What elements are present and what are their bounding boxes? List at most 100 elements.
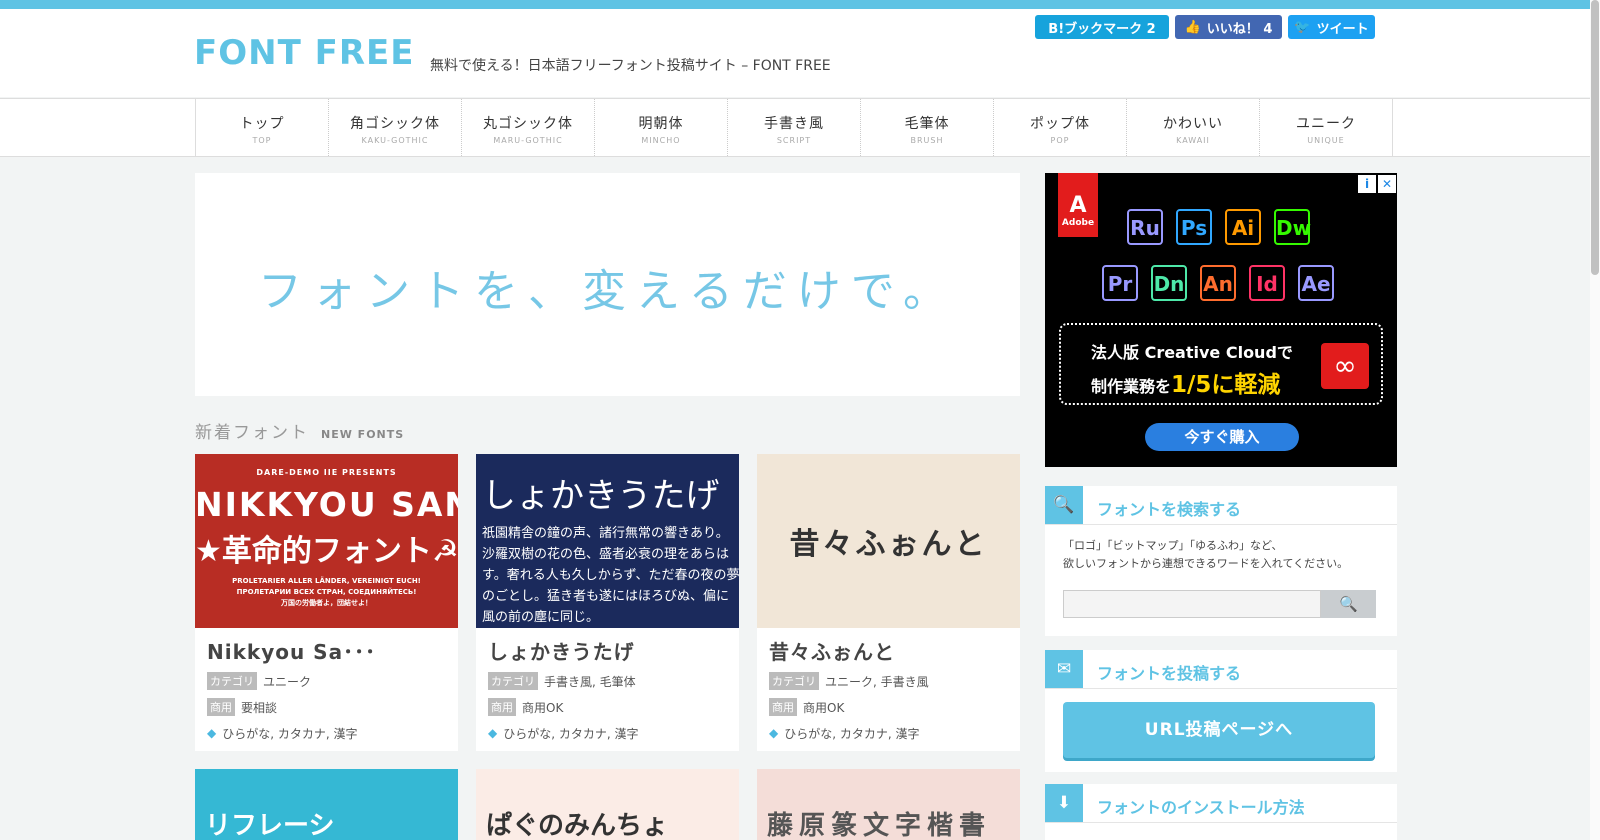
thumb-text-line: 沙羅双樹の花の色、盛者必衰の理をあらは [482,547,730,562]
thumb-text-line: のごとし。猛き者も遂にはほろびぬ、偏に [482,589,730,604]
category-tag: カテゴリ [488,672,538,690]
scrollbar-thumb[interactable] [1591,0,1599,275]
font-title[interactable]: 昔々ふぉんと [769,636,1020,665]
font-card-partial[interactable]: ぱぐのみんちょ [476,769,739,840]
nav-item-sublabel: UNIQUE [1307,136,1345,145]
search-icon: 🔍 [1045,486,1083,524]
tweet-button[interactable]: 🐦 ツイート [1288,15,1375,39]
thumb-headline: NIKKYOU SANS [195,485,458,524]
tag-icon: ◆ [488,726,498,740]
facebook-like-button[interactable]: 👍 いいね！ 4 [1175,15,1282,39]
nav-item-mincho[interactable]: 明朝体 MINCHO [595,99,728,156]
nav-item-label: 角ゴシック体 [350,116,440,132]
thumb-caption: DARE-DEMO IIE PRESENTS [256,468,397,477]
ad-buy-now-button[interactable]: 今すぐ購入 [1145,423,1299,451]
install-widget: ⬇ フォントのインストール方法 [1045,784,1397,840]
nav-item-maru-gothic[interactable]: 丸ゴシック体 MARU-GOTHIC [462,99,595,156]
url-post-button[interactable]: URL投稿ページへ [1063,702,1375,758]
font-thumbnail[interactable]: 昔々ふぉんと [757,454,1020,628]
font-card-partial[interactable]: リフレーシ [195,769,458,840]
font-card-mukashi[interactable]: 昔々ふぉんと 昔々ふぉんと カテゴリ ユニーク, 手書き風 商用 商用OK ◆ ひらが… [757,454,1020,751]
hatena-bookmark-button[interactable]: B!ブックマーク 2 [1035,15,1169,39]
adobe-brand-text: Adobe [1061,218,1095,228]
category-value[interactable]: 手書き風, 毛筆体 [544,673,636,690]
ad-info-icon[interactable]: i [1358,175,1376,193]
commercial-value: 要相談 [241,700,278,715]
nav-item-label: トップ [239,116,285,132]
font-thumbnail[interactable]: しょかきうたげ 祇園精舎の鐘の声、諸行無常の響きあり。 沙羅双樹の花の色、盛者必… [476,454,739,628]
adobe-advertisement[interactable]: A Adobe i ✕ Ru Ps Ai Dw Pr Dn An Id Ae 法人版 Creati… [1045,173,1397,467]
nav-item-kawaii[interactable]: かわいい KAWAII [1127,99,1260,156]
font-card-shokaki[interactable]: しょかきうたげ 祇園精舎の鐘の声、諸行無常の響きあり。 沙羅双樹の花の色、盛者必… [476,454,739,751]
ad-close-icon[interactable]: ✕ [1378,175,1396,193]
top-accent-bar [0,0,1600,9]
nav-item-sublabel: MINCHO [641,136,681,145]
thumb-headline: リフレーシ [205,811,335,840]
commercial-tag: 商用 [207,698,235,716]
font-title[interactable]: Nikkyou Sa･･･ [207,636,458,665]
ad-line-2-prefix: 制作業務を [1091,377,1172,396]
download-icon: ⬇ [1045,784,1083,822]
commercial-tag: 商用 [488,698,516,716]
thumb-text-line: 祇園精舎の鐘の声、諸行無常の響きあり。 [482,526,729,541]
nav-item-sublabel: POP [1050,136,1070,145]
adobe-app-an-icon: An [1200,265,1236,301]
creative-cloud-icon: ∞ [1321,343,1369,389]
nav-item-brush[interactable]: 毛筆体 BRUSH [861,99,994,156]
post-widget: ✉ フォントを投稿する URL投稿ページへ [1045,650,1397,772]
search-description: 欲しいフォントから連想できるワードを入れてください。 [1063,557,1349,570]
thumb-footer-line: 万国の労働者よ，団結せよ！ [281,599,372,607]
main-navigation: トップ TOP 角ゴシック体 KAKU-GOTHIC 丸ゴシック体 MARU-GOTHIC… [0,98,1590,157]
category-tag: カテゴリ [769,672,819,690]
new-fonts-title: 新着フォント [195,423,309,443]
tweet-label: ツイート [1316,21,1369,37]
font-card-nikkyou[interactable]: DARE-DEMO IIE PRESENTS NIKKYOU SANS ★革命的… [195,454,458,751]
hatena-label: B!ブックマーク 2 [1048,21,1156,37]
nav-item-script[interactable]: 手書き風 SCRIPT [728,99,861,156]
adobe-logo: A Adobe [1058,173,1098,237]
thumb-headline: ぱぐのみんちょ [486,811,669,840]
nav-item-pop[interactable]: ポップ体 POP [994,99,1127,156]
search-input[interactable] [1063,590,1321,618]
twitter-bird-icon: 🐦 [1294,19,1311,35]
thumb-text-line: 風の前の塵に同じ。 [482,610,600,625]
chars-value[interactable]: ひらがな, カタカナ, 漢字 [222,725,357,742]
search-widget: 🔍 フォントを検索する 「ロゴ」「ビットマップ」「ゆるふわ」など、 欲しいフォン… [1045,486,1397,636]
adobe-app-ps-icon: Ps [1176,209,1212,245]
nav-item-label: かわいい [1163,116,1223,132]
search-submit-button[interactable]: 🔍 [1321,590,1376,618]
page-scrollbar[interactable] [1590,0,1600,840]
font-thumbnail[interactable]: DARE-DEMO IIE PRESENTS NIKKYOU SANS ★革命的… [195,454,458,628]
adobe-app-id-icon: Id [1249,265,1285,301]
install-widget-title: フォントのインストール方法 [1097,798,1305,817]
nav-item-label: 丸ゴシック体 [483,116,573,132]
thumb-headline: しょかきうたげ [482,476,720,516]
adobe-app-ae-icon: Ae [1298,265,1334,301]
tag-icon: ◆ [207,726,217,740]
site-logo[interactable]: FONT FREE [194,33,414,73]
chars-value[interactable]: ひらがな, カタカナ, 漢字 [784,725,919,742]
nav-item-unique[interactable]: ユニーク UNIQUE [1260,99,1393,156]
search-description: 「ロゴ」「ビットマップ」「ゆるふわ」など、 [1063,539,1283,552]
nav-item-label: ポップ体 [1030,116,1090,132]
hero-text: フォントを、変えるだけで。 [258,266,957,317]
thumb-headline: 昔々ふぉんと [789,527,988,562]
ad-message-box: 法人版 Creative Cloudで 制作業務を1/5に軽減 ∞ [1059,323,1383,405]
nav-item-label: ユニーク [1296,116,1356,132]
ad-line-2: 制作業務を1/5に軽減 [1091,365,1280,399]
adobe-app-ai-icon: Ai [1225,209,1261,245]
nav-item-top[interactable]: トップ TOP [196,99,329,156]
font-card-partial[interactable]: 藤原篆文字楷書 [757,769,1020,840]
category-value[interactable]: ユニーク [263,673,311,690]
nav-item-kaku-gothic[interactable]: 角ゴシック体 KAKU-GOTHIC [329,99,462,156]
nav-item-sublabel: TOP [252,136,272,145]
font-title[interactable]: しょかきうたげ [488,636,739,665]
category-value[interactable]: ユニーク, 手書き風 [825,673,929,690]
category-tag: カテゴリ [207,672,257,690]
chars-value[interactable]: ひらがな, カタカナ, 漢字 [503,725,638,742]
ad-line-1: 法人版 Creative Cloudで [1091,343,1293,362]
nav-item-label: 毛筆体 [904,116,950,132]
thumb-text-line: す。奢れる人も久しからず、ただ春の夜の夢 [482,568,739,583]
thumbs-up-icon: 👍 [1184,19,1201,35]
hero-banner[interactable]: フォントを、変えるだけで。 [195,173,1020,396]
